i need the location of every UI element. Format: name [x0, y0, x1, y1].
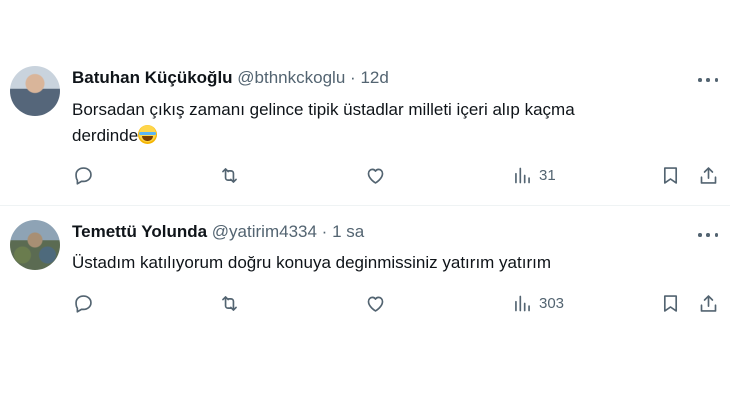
author-handle[interactable]: @yatirim4334 [212, 222, 317, 241]
separator: · [321, 222, 328, 241]
tweet-text: Borsadan çıkış zamanı gelince tipik üsta… [72, 97, 672, 149]
views-icon [515, 167, 530, 183]
views-icon [515, 295, 530, 311]
like-button[interactable] [365, 163, 386, 187]
tweet[interactable]: Temettü Yolunda @yatirim4334 · 1 sa Üsta… [0, 205, 730, 335]
tweet-header: Temettü Yolunda @yatirim4334 · 1 sa [72, 222, 364, 242]
retweet-icon [222, 295, 237, 311]
share-button[interactable] [698, 163, 719, 187]
views-button[interactable]: 303 [512, 291, 564, 315]
tweet[interactable]: Batuhan Küçükoğlu @bthnkckoglu · 12d Bor… [0, 0, 730, 206]
avatar[interactable] [10, 220, 60, 270]
share-icon [700, 166, 717, 184]
heart-icon [367, 296, 384, 312]
heart-icon [367, 168, 384, 184]
tweet-text: Üstadım katılıyorum doğru konuya deginmi… [72, 250, 672, 276]
more-icon[interactable] [698, 225, 718, 245]
tweet-header: Batuhan Küçükoğlu @bthnkckoglu · 12d [72, 68, 389, 88]
tweet-text-line: Borsadan çıkış zamanı gelince tipik üsta… [72, 100, 575, 119]
retweet-icon [222, 167, 237, 183]
tweet-text-line: derdinde [72, 126, 139, 145]
reply-button[interactable] [73, 291, 94, 315]
reply-button[interactable] [73, 163, 94, 187]
like-button[interactable] [365, 291, 386, 315]
separator: · [350, 68, 356, 87]
more-icon[interactable] [698, 70, 718, 90]
tweet-actions: 303 [0, 291, 730, 315]
bookmark-icon [663, 166, 678, 184]
share-button[interactable] [698, 291, 719, 315]
views-count: 303 [539, 294, 565, 312]
bookmark-button[interactable] [660, 291, 681, 315]
tweet-text-line: Üstadım katılıyorum doğru konuya deginmi… [72, 253, 551, 272]
share-icon [700, 294, 717, 312]
author-handle[interactable]: @bthnkckoglu [237, 68, 345, 87]
bookmark-icon [663, 294, 678, 312]
timestamp[interactable]: 12d [360, 68, 388, 87]
reply-icon [75, 294, 92, 313]
retweet-button[interactable] [219, 291, 240, 315]
views-count: 31 [539, 166, 556, 184]
views-button[interactable]: 31 [512, 163, 556, 187]
retweet-button[interactable] [219, 163, 240, 187]
reply-icon [75, 166, 92, 185]
author-name[interactable]: Batuhan Küçükoğlu [72, 68, 233, 87]
timestamp[interactable]: 1 sa [332, 222, 364, 241]
author-name[interactable]: Temettü Yolunda [72, 222, 207, 241]
bookmark-button[interactable] [660, 163, 681, 187]
face-with-tears-of-joy-icon [138, 125, 158, 144]
avatar[interactable] [10, 66, 60, 116]
tweet-actions: 31 [0, 163, 730, 187]
